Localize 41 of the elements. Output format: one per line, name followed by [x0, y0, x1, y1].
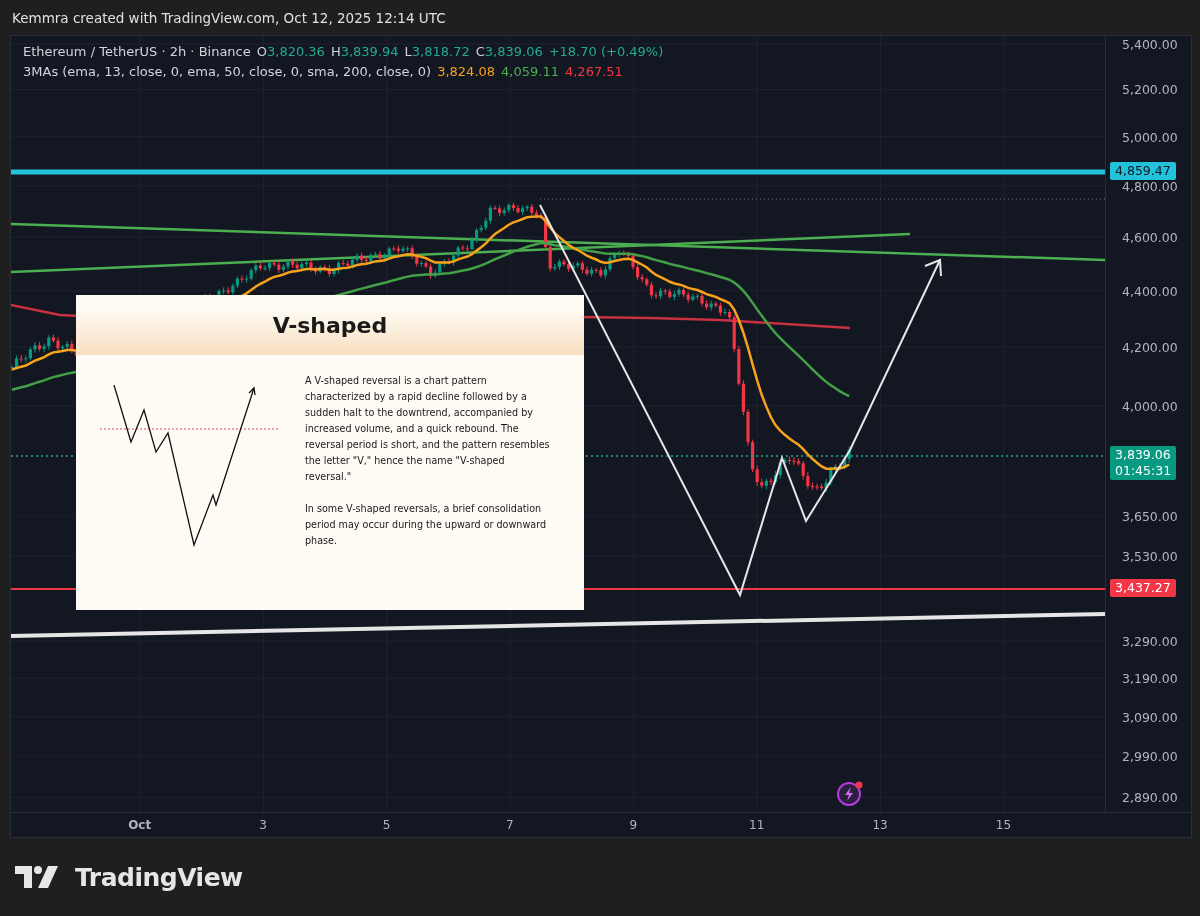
ohlc-value: O3,820.36: [256, 43, 325, 61]
price-tag: 4,859.47: [1110, 162, 1176, 181]
date-label: 15: [994, 818, 1013, 832]
price-label: 3,190.00: [1122, 670, 1178, 686]
price-label: 5,200.00: [1122, 81, 1178, 97]
ohlc-value: H3,839.94: [330, 43, 399, 61]
date-label: 5: [381, 818, 392, 832]
price-label: 3,090.00: [1122, 709, 1178, 725]
card-paragraph: In some V-shaped reversals, a brief consolidation period may occur during the upward or downward phase.: [305, 502, 547, 548]
symbol-title: Ethereum / TetherUS · 2h · Binance: [23, 43, 251, 61]
price-label: 2,890.00: [1122, 789, 1178, 805]
price-label: 2,990.00: [1122, 748, 1178, 764]
indicator-name: 3MAs (ema, 13, close, 0, ema, 50, close, 0, sma, 200, close, 0): [23, 63, 432, 81]
price-tag: 3,839.06 01:45:31: [1110, 446, 1177, 481]
date-label: 9: [628, 818, 639, 832]
date-label: 11: [748, 818, 766, 832]
date-label: 3: [258, 818, 268, 832]
date-label: 7: [505, 818, 515, 832]
date-label: 13: [871, 818, 889, 832]
price-label: 4,200.00: [1122, 339, 1178, 355]
price-label: 4,600.00: [1122, 229, 1178, 245]
card-paragraph: A V-shaped reversal is a chart pattern characterized by a rapid decline followed by a sudden halt to the downtrend, accompanied by increased volume, and a quick rebound. The reversal period is short, and the pattern resembles the letter "V," hence the name "V-shaped reversal.": [305, 374, 550, 484]
attribution-text: Kemmra created with TradingView.com, Oct 12, 2025 12:14 UTC: [12, 9, 446, 26]
price-label: 4,800.00: [1122, 178, 1178, 194]
price-label: 4,400.00: [1122, 283, 1178, 299]
price-change: +18.70 (+0.49%): [548, 43, 664, 61]
price-label: 5,000.00: [1122, 129, 1178, 145]
price-label: 3,290.00: [1122, 633, 1178, 649]
price-label: 3,650.00: [1122, 508, 1178, 524]
indicator-value: 4,059.11: [501, 63, 559, 81]
indicator-value: 4,267.51: [564, 63, 623, 81]
ohlc-value: C3,839.06: [475, 43, 543, 61]
tradingview-logo-text: TradingView: [75, 862, 243, 892]
card-title: V-shaped: [272, 312, 388, 340]
date-label: Oct: [127, 818, 153, 832]
indicator-value: 3,824.08: [437, 63, 496, 81]
price-label: 4,000.00: [1122, 398, 1178, 414]
price-label: 5,400.00: [1122, 36, 1178, 52]
price-label: 3,530.00: [1122, 548, 1178, 564]
ohlc-value: L3,818.72: [404, 43, 470, 61]
price-tag: 3,437.27: [1110, 579, 1176, 598]
